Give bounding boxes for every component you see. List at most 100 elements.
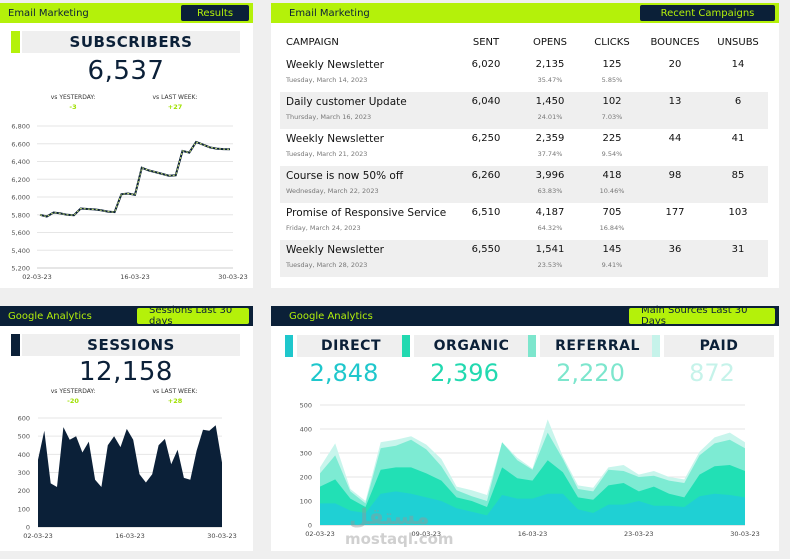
col-clicks[interactable]: CLICKS [592, 37, 632, 48]
campaign-clicks: 102 [602, 96, 622, 107]
sessions-header: Google Analytics Sessions Last 30 days [0, 305, 253, 327]
sessions-panel: Google Analytics Sessions Last 30 days S… [0, 305, 253, 551]
campaign-unsubs: 31 [731, 244, 745, 255]
y-tick-label: 400 [18, 451, 30, 459]
sources-header-title: Google Analytics [289, 310, 373, 322]
campaign-click-rate: 7.03% [601, 113, 623, 121]
source-value-direct: 2,848 [309, 359, 379, 387]
source-accent-direct [285, 335, 293, 357]
y-tick-label: 6,400 [11, 158, 30, 166]
campaign-row[interactable]: Weekly Newsletter Tuesday, March 28, 2023… [280, 240, 768, 277]
campaign-bounces: 13 [668, 96, 682, 107]
x-tick-label: 23-03-23 [624, 530, 654, 538]
col-opens[interactable]: OPENS [528, 37, 572, 48]
results-tab[interactable]: Results [181, 5, 249, 21]
x-tick-label: 30-03-23 [207, 532, 237, 540]
sessions-last-30-days-tab[interactable]: Sessions Last 30 days [137, 305, 249, 327]
y-tick-label: 0 [26, 524, 30, 532]
vs-yesterday-label: vs YESTERDAY: [50, 388, 96, 395]
campaign-sent: 6,040 [471, 96, 501, 107]
campaign-bounces: 20 [668, 59, 682, 70]
source-value-referral: 2,220 [556, 359, 625, 387]
campaign-open-rate: 64.32% [537, 224, 563, 232]
campaign-unsubs: 41 [731, 133, 745, 144]
campaign-bounces: 36 [668, 244, 682, 255]
y-tick-label: 6,200 [11, 176, 30, 184]
campaign-clicks: 705 [602, 207, 622, 218]
subscribers-header-title: Email Marketing [8, 7, 89, 19]
campaign-sent: 6,260 [471, 170, 501, 181]
main-sources-tab[interactable]: Main Sources Last 30 Days [629, 305, 775, 327]
vs-last-week-label: vs LAST WEEK: [152, 94, 198, 101]
campaign-name: Daily customer Update [286, 96, 407, 108]
y-tick-label: 5,200 [11, 265, 30, 273]
source-value-paid: 872 [689, 359, 735, 387]
subscribers-vs-yesterday: vs YESTERDAY: -3 [33, 94, 113, 111]
y-tick-label: 200 [18, 487, 30, 495]
y-tick-label: 100 [300, 498, 312, 506]
campaign-bounces: 44 [668, 133, 682, 144]
campaign-open-rate: 63.83% [537, 187, 563, 195]
watermark-arabic: مستقل [349, 505, 430, 530]
campaign-row[interactable]: Weekly Newsletter Tuesday, March 14, 2023… [280, 55, 768, 92]
col-unsubs[interactable]: UNSUBS [713, 37, 763, 48]
y-tick-label: 6,800 [11, 123, 30, 131]
sessions-area [38, 425, 222, 527]
sources-header: Google Analytics Main Sources Last 30 Da… [271, 305, 779, 327]
sessions-vs-last-week: vs LAST WEEK: +28 [135, 388, 215, 405]
campaign-date: Friday, March 24, 2023 [286, 224, 361, 232]
vs-last-week-label: vs LAST WEEK: [152, 388, 198, 395]
campaign-clicks: 418 [602, 170, 622, 181]
y-tick-label: 5,400 [11, 247, 30, 255]
y-tick-label: 500 [18, 433, 30, 441]
y-tick-label: 5,800 [11, 211, 30, 219]
campaign-row[interactable]: Daily customer Update Thursday, March 16,… [280, 92, 768, 129]
campaign-date: Thursday, March 16, 2023 [286, 113, 372, 121]
recent-campaigns-tab[interactable]: Recent Campaigns [640, 5, 775, 21]
source-value-organic: 2,396 [430, 359, 499, 387]
vs-yesterday-value: -20 [67, 397, 79, 405]
x-tick-label: 02-03-23 [23, 532, 53, 540]
y-tick-label: 300 [300, 450, 312, 458]
campaign-unsubs: 103 [728, 207, 748, 218]
campaign-bounces: 177 [665, 207, 685, 218]
sessions-header-title: Google Analytics [8, 310, 92, 322]
subscribers-title: SUBSCRIBERS [22, 31, 240, 53]
y-tick-label: 5,600 [11, 229, 30, 237]
sessions-value: 12,158 [79, 357, 173, 387]
col-bounces[interactable]: BOUNCES [647, 37, 703, 48]
sessions-title: SESSIONS [22, 334, 240, 356]
campaign-row[interactable]: Weekly Newsletter Tuesday, March 21, 2023… [280, 129, 768, 166]
campaign-row[interactable]: Course is now 50% off Wednesday, March 22… [280, 166, 768, 203]
campaign-name: Weekly Newsletter [286, 244, 384, 256]
campaign-name: Course is now 50% off [286, 170, 404, 182]
source-title-referral: REFERRAL [540, 335, 655, 357]
source-accent-organic [402, 335, 410, 357]
campaign-opens: 2,359 [535, 133, 565, 144]
campaign-opens: 1,450 [535, 96, 565, 107]
y-tick-label: 600 [18, 415, 30, 423]
campaigns-table-header: CAMPAIGN SENT OPENS CLICKS BOUNCES UNSUB… [280, 29, 770, 55]
campaign-date: Tuesday, March 28, 2023 [286, 261, 368, 269]
col-sent[interactable]: SENT [466, 37, 506, 48]
y-tick-label: 200 [300, 474, 312, 482]
subscribers-header: Email Marketing Results [0, 3, 253, 23]
campaign-opens: 4,187 [535, 207, 565, 218]
campaign-click-rate: 16.84% [599, 224, 625, 232]
y-tick-label: 400 [300, 426, 312, 434]
col-campaign[interactable]: CAMPAIGN [286, 37, 339, 48]
sessions-vs-yesterday: vs YESTERDAY: -20 [33, 388, 113, 405]
source-accent-paid [652, 335, 660, 357]
campaign-row[interactable]: Promise of Responsive Service Friday, Mar… [280, 203, 768, 240]
campaign-date: Tuesday, March 14, 2023 [286, 76, 368, 84]
campaign-sent: 6,510 [471, 207, 501, 218]
campaign-open-rate: 23.53% [537, 261, 563, 269]
watermark-latin: mostaql.com [345, 530, 454, 548]
campaigns-header-title: Email Marketing [289, 7, 370, 19]
campaign-name: Weekly Newsletter [286, 59, 384, 71]
subscribers-accent [11, 31, 20, 53]
subscribers-panel: Email Marketing Results SUBSCRIBERS 6,53… [0, 3, 253, 288]
campaign-clicks: 145 [602, 244, 622, 255]
x-tick-label: 02-03-23 [22, 273, 52, 281]
campaigns-header: Email Marketing Recent Campaigns [271, 3, 779, 23]
